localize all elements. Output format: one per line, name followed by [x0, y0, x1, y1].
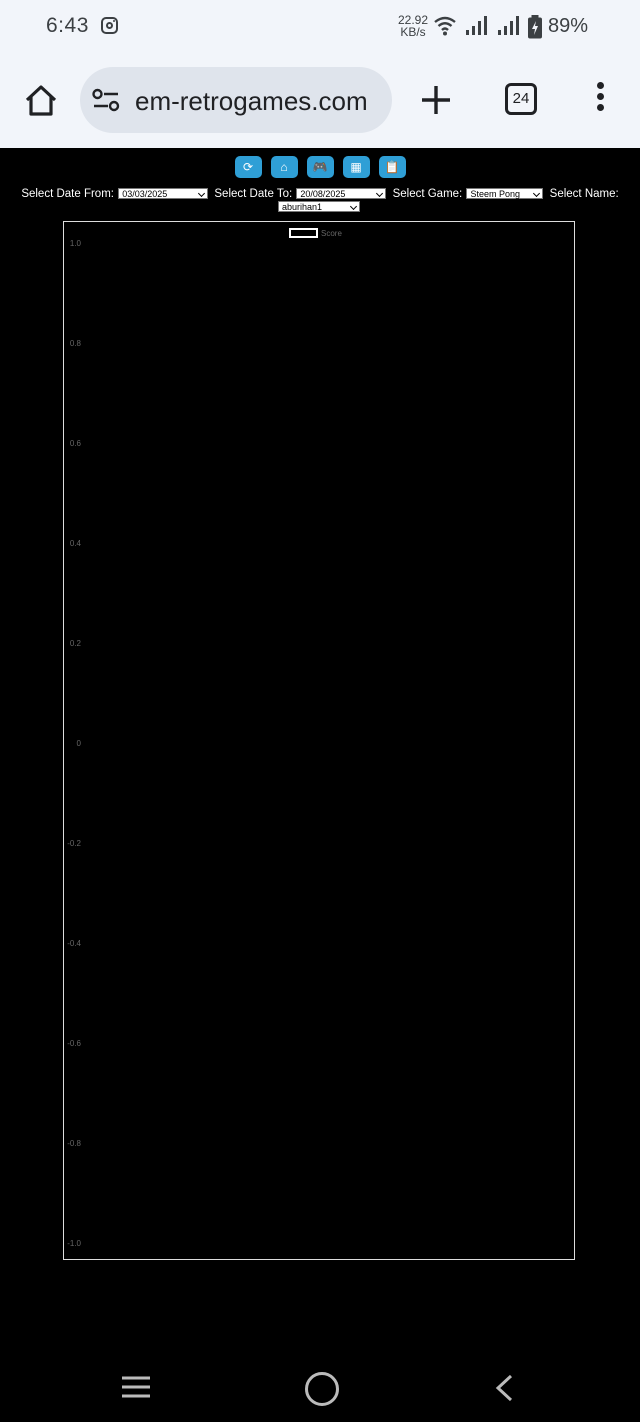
gamepad-icon[interactable]: 🎮	[306, 156, 334, 178]
instagram-icon	[101, 17, 118, 34]
y-tick-label: 0.2	[70, 639, 82, 648]
more-vert-icon[interactable]	[592, 82, 608, 118]
filter-bar: Select Date From: 03/03/2025 Select Date…	[20, 188, 620, 214]
signal-icon	[466, 16, 487, 35]
back-icon[interactable]	[494, 1374, 514, 1402]
y-tick-label: 0	[77, 739, 82, 748]
system-nav-bar	[0, 1360, 640, 1422]
game-label: Select Game:	[392, 188, 463, 200]
clipboard-icon[interactable]: 📋	[378, 156, 406, 178]
page-content: ⟳ ⌂ 🎮 ▦ 📋 Select Date From: 03/03/2025 S…	[0, 148, 640, 1360]
plus-icon[interactable]	[418, 82, 454, 118]
y-tick-label: -1.0	[67, 1239, 81, 1248]
status-bar: 6:43 22.92 KB/s 89%	[0, 0, 640, 56]
recent-apps-icon[interactable]	[121, 1375, 151, 1399]
y-tick-label: -0.4	[67, 939, 81, 948]
signal-icon	[498, 16, 519, 35]
home-icon[interactable]: ⌂	[270, 156, 298, 178]
y-tick-label: -0.6	[67, 1039, 81, 1048]
game-select[interactable]: Steem Pong	[466, 188, 544, 200]
home-icon[interactable]	[22, 82, 60, 120]
date-from-label: Select Date From:	[21, 188, 114, 200]
name-label: Select Name:	[549, 188, 619, 200]
network-speed: 22.92 KB/s	[397, 13, 429, 39]
tabs-icon[interactable]: 24	[505, 83, 537, 115]
battery-percent: 89%	[548, 15, 589, 37]
home-circle-icon[interactable]	[305, 1372, 339, 1406]
battery-charging-icon	[528, 15, 542, 39]
wifi-icon	[434, 16, 456, 36]
score-chart: 1.0 0.8 0.6 0.4 0.2 0 -0.2 -0.4 -0.6 -0.8 -1.0 Scor…	[63, 221, 575, 1260]
y-tick-label: 0.4	[70, 539, 82, 548]
y-tick-label: -0.2	[67, 839, 81, 848]
y-tick-label: 0.8	[70, 339, 82, 348]
status-time: 6:43	[46, 14, 89, 37]
refresh-icon[interactable]: ⟳	[234, 156, 262, 178]
date-from-select[interactable]: 03/03/2025	[118, 188, 209, 200]
y-tick-label: -0.8	[67, 1139, 81, 1148]
address-bar[interactable]: em-retrogames.com	[80, 67, 392, 133]
grid-icon[interactable]: ▦	[342, 156, 370, 178]
legend-swatch[interactable]	[289, 228, 318, 238]
chart-svg: 1.0 0.8 0.6 0.4 0.2 0 -0.2 -0.4 -0.6 -0.8 -1.0 Scor…	[67, 228, 342, 1248]
page-nav: ⟳ ⌂ 🎮 ▦ 📋	[0, 156, 640, 178]
date-to-select[interactable]: 20/08/2025	[296, 188, 387, 200]
date-to-label: Select Date To:	[214, 188, 293, 200]
legend-label[interactable]: Score	[321, 229, 342, 238]
y-tick-label: 0.6	[70, 439, 82, 448]
browser-toolbar: em-retrogames.com 24	[0, 56, 640, 148]
name-select[interactable]: aburihan1	[278, 201, 360, 213]
url-text[interactable]: em-retrogames.com	[135, 86, 368, 117]
site-settings-icon[interactable]	[92, 87, 120, 113]
y-tick-label: 1.0	[70, 239, 82, 248]
